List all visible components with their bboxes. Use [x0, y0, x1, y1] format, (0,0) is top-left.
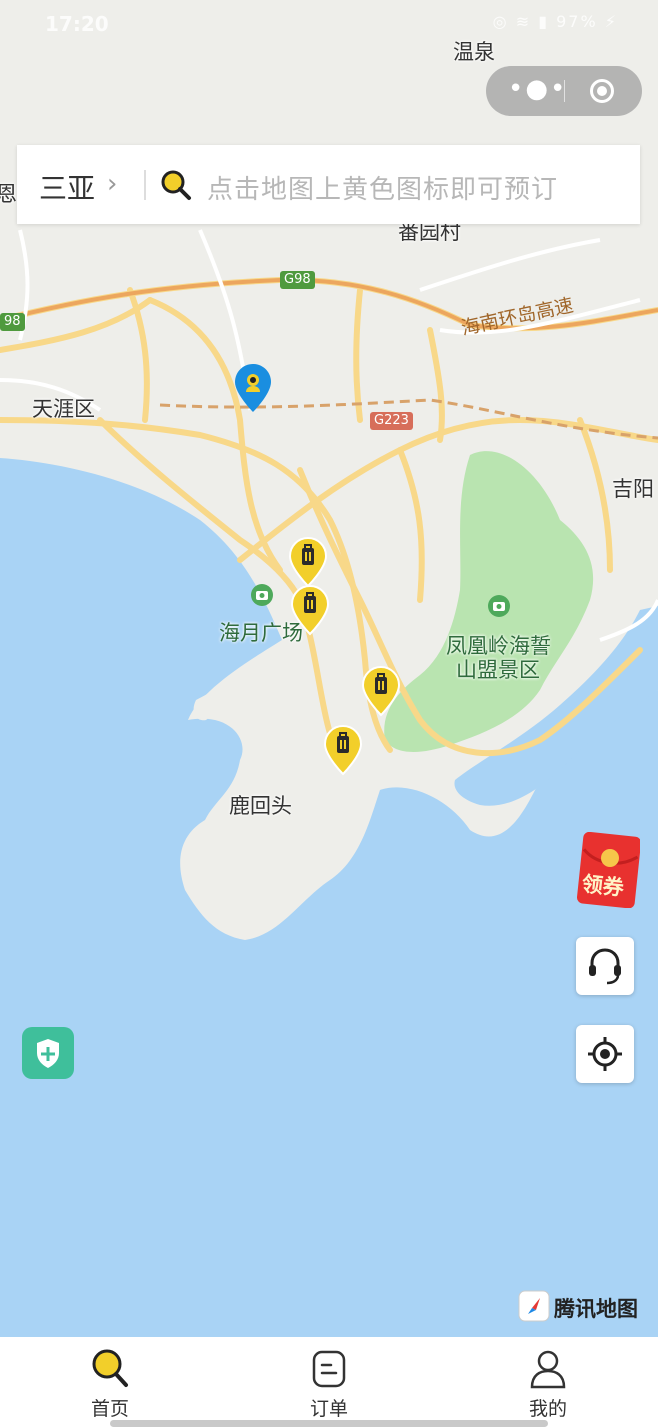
storage-station-pin[interactable] — [361, 665, 401, 717]
map-provider-name: 腾讯地图 — [554, 1297, 638, 1321]
status-bar: 17:20 ◎ ≋ ▮ 97% ⚡ — [0, 0, 658, 50]
capsule-divider — [564, 80, 565, 102]
locate-me-button[interactable] — [576, 1025, 634, 1083]
search-input[interactable]: 点击地图上黄色图标即可预订 — [207, 169, 558, 206]
more-menu-icon[interactable]: •●• — [508, 74, 567, 104]
tab-profile[interactable]: 我的 — [488, 1337, 608, 1427]
storage-station-pin[interactable] — [323, 724, 363, 776]
coupon-red-packet[interactable]: 领券 — [576, 832, 640, 908]
chevron-right-icon: › — [107, 169, 118, 199]
map-label-fenghuangling-2: 山盟景区 — [456, 658, 540, 682]
search-divider — [144, 170, 146, 200]
tab-profile-label: 我的 — [528, 1398, 567, 1420]
compass-logo-icon — [518, 1290, 550, 1322]
map-label-luhuitou: 鹿回头 — [229, 794, 292, 818]
coupon-label: 领券 — [580, 871, 626, 901]
tab-home-label: 首页 — [90, 1398, 129, 1420]
crosshair-icon — [588, 1037, 622, 1071]
customer-service-button[interactable] — [576, 937, 634, 995]
user-icon — [530, 1350, 566, 1389]
headset-icon — [589, 948, 621, 985]
tab-orders-label: 订单 — [309, 1398, 348, 1420]
road-shield-g98-edge: 98 — [0, 313, 25, 331]
tab-orders[interactable]: 订单 — [269, 1337, 389, 1427]
map-label-edge: 恩 — [0, 182, 17, 206]
order-icon — [312, 1350, 346, 1388]
close-miniprogram-icon[interactable] — [590, 79, 614, 103]
city-selector[interactable]: 三亚 — [39, 167, 95, 207]
miniprogram-capsule: •●• — [486, 66, 642, 116]
bottom-tab-bar: 首页 订单 我的 — [0, 1337, 658, 1427]
home-indicator — [110, 1420, 548, 1427]
search-bar[interactable]: 三亚 › 点击地图上黄色图标即可预订 — [17, 145, 640, 224]
tab-home[interactable]: 首页 — [50, 1337, 170, 1427]
search-icon — [161, 170, 191, 200]
storage-station-pin[interactable] — [288, 536, 328, 588]
safety-center-button[interactable] — [22, 1027, 74, 1079]
map-label-tianya: 天涯区 — [32, 397, 95, 421]
search-icon — [92, 1349, 128, 1387]
scenic-spot-icon — [488, 595, 510, 617]
storage-station-pin[interactable] — [290, 584, 330, 636]
status-time: 17:20 — [45, 12, 109, 36]
scenic-spot-icon — [251, 584, 273, 606]
current-location-pin[interactable] — [233, 362, 273, 414]
battery-level: 97% — [556, 12, 598, 31]
status-icons: ◎ ≋ ▮ 97% ⚡ — [492, 12, 618, 31]
shield-plus-icon — [37, 1039, 59, 1068]
map-label-jiyang: 吉阳 — [612, 477, 654, 501]
road-shield-g223: G223 — [370, 412, 413, 430]
road-shield-g98: G98 — [280, 271, 315, 289]
